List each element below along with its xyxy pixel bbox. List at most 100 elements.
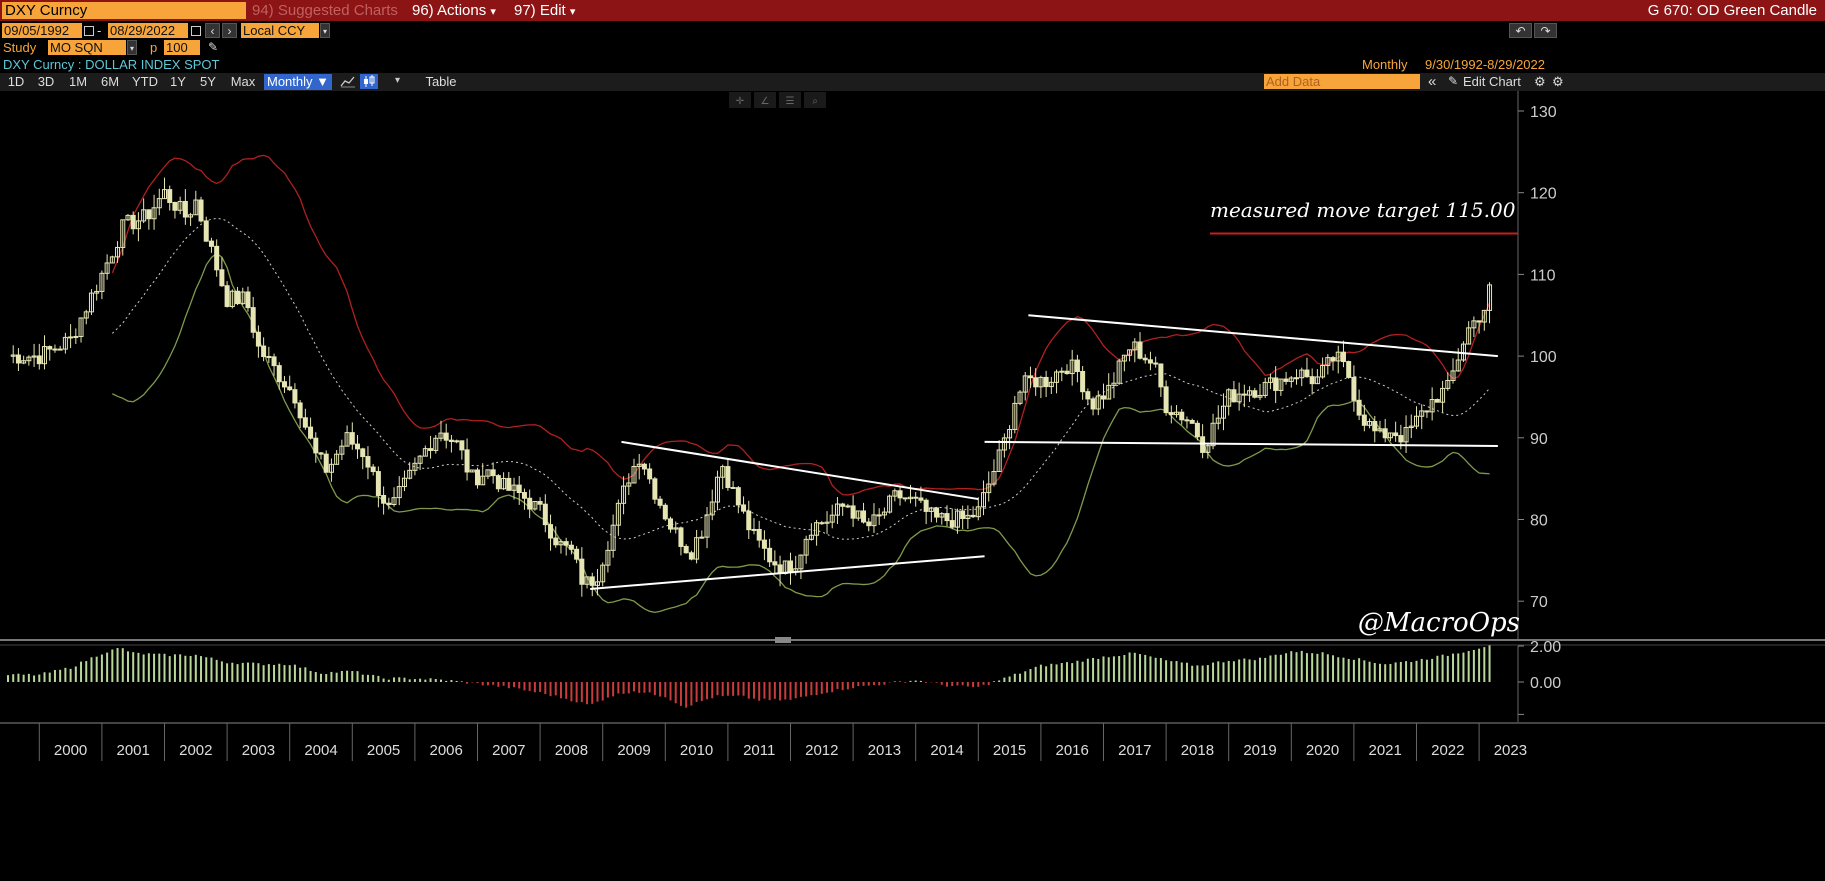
- gear-icon[interactable]: ⚙: [1552, 74, 1564, 90]
- period-max[interactable]: Max: [228, 74, 258, 90]
- period-1d[interactable]: 1D: [4, 74, 28, 90]
- svg-text:⌕: ⌕: [812, 96, 818, 107]
- period-5y[interactable]: 5Y: [196, 74, 220, 90]
- line-chart-icon[interactable]: [340, 75, 356, 88]
- candle-chart-icon[interactable]: [360, 74, 378, 89]
- candle-body: [699, 536, 705, 539]
- pencil-icon[interactable]: ✎: [208, 40, 218, 54]
- candle-body: [788, 560, 793, 573]
- add-data-input[interactable]: Add Data: [1264, 74, 1420, 89]
- candle-body: [772, 561, 778, 566]
- chevron-down-icon[interactable]: ▾: [320, 23, 330, 38]
- candle-body: [960, 510, 966, 520]
- candle-body: [897, 490, 903, 499]
- chart-toolbar: 1D 3D 1M 6M YTD 1Y 5Y Max Monthly ▼ ▾ Ta…: [0, 73, 1825, 91]
- price-tick-label: 100: [1530, 349, 1557, 366]
- date-range-row: 09/05/1992 - 08/29/2022 ‹ › Local CCY ▾ …: [0, 22, 1825, 39]
- suggested-charts-button[interactable]: 94) Suggested Charts: [252, 2, 404, 19]
- prev-range-button[interactable]: ‹: [205, 23, 220, 38]
- candle-body: [548, 524, 554, 539]
- candle-body: [506, 477, 512, 491]
- candle-body: [365, 456, 371, 468]
- periodicity-select[interactable]: Monthly ▼: [264, 74, 332, 90]
- next-range-button[interactable]: ›: [222, 23, 237, 38]
- candle-body: [73, 335, 79, 338]
- candle-body: [735, 487, 741, 506]
- p-field[interactable]: 100: [164, 40, 200, 55]
- candle-body: [255, 331, 261, 347]
- edit-chart-button[interactable]: Edit Chart: [1463, 74, 1521, 89]
- candle-body: [949, 520, 955, 528]
- gear-icon[interactable]: ⚙: [1534, 74, 1546, 90]
- period-ytd[interactable]: YTD: [130, 74, 160, 90]
- candle-body: [761, 539, 767, 549]
- period-1y[interactable]: 1Y: [166, 74, 190, 90]
- candle-body: [678, 527, 684, 547]
- candle-body: [767, 547, 773, 563]
- candle-body: [725, 466, 731, 488]
- end-date-field[interactable]: 08/29/2022: [108, 23, 188, 38]
- candle-body: [1189, 419, 1195, 424]
- candle-body: [579, 558, 585, 585]
- price-chart[interactable]: ✛ ∠ ☰ ⌕ 70 80 90 100 110 120 130 measured move…: [0, 91, 1825, 881]
- undo-button[interactable]: ↶: [1509, 23, 1532, 38]
- svg-text:✛: ✛: [736, 96, 744, 107]
- candle-body: [1059, 370, 1065, 373]
- candle-body: [1163, 386, 1169, 414]
- candle-body: [250, 307, 256, 333]
- candle-body: [1241, 393, 1247, 396]
- year-label: 2013: [868, 742, 901, 759]
- start-date-field[interactable]: 09/05/1992: [2, 23, 82, 38]
- pane-resize-handle[interactable]: [775, 637, 791, 643]
- candle-body: [219, 269, 225, 287]
- candle-body: [1252, 390, 1258, 398]
- year-label: 2011: [743, 742, 775, 759]
- calendar-icon[interactable]: [84, 26, 94, 36]
- actions-menu[interactable]: 96) Actions ▾: [412, 2, 510, 19]
- candle-body: [1356, 399, 1362, 416]
- candle-body: [375, 471, 381, 496]
- candle-body: [1142, 357, 1148, 361]
- candle-body: [563, 541, 569, 546]
- study-select[interactable]: MO SQN: [48, 40, 126, 55]
- price-tick-label: 90: [1530, 431, 1548, 448]
- candle-body: [281, 381, 287, 388]
- collapse-button[interactable]: «: [1428, 73, 1436, 90]
- period-1m[interactable]: 1M: [66, 74, 90, 90]
- candle-body: [1090, 398, 1096, 410]
- candle-body: [224, 285, 230, 307]
- watermark: @MacroOps: [1358, 608, 1520, 638]
- candle-body: [840, 503, 846, 507]
- price-tick-label: 70: [1530, 594, 1548, 611]
- calendar-icon[interactable]: [191, 26, 201, 36]
- period-6m[interactable]: 6M: [98, 74, 122, 90]
- candle-body: [516, 484, 522, 494]
- security-field[interactable]: DXY Curncy: [2, 2, 246, 19]
- candle-body: [490, 469, 496, 477]
- svg-text:∠: ∠: [761, 96, 770, 107]
- candle-body: [1361, 414, 1367, 426]
- chevron-down-icon[interactable]: ▾: [395, 75, 400, 86]
- redo-button[interactable]: ↷: [1534, 23, 1557, 38]
- period-3d[interactable]: 3D: [34, 74, 58, 90]
- candle-body: [214, 245, 220, 271]
- candle-body: [918, 497, 924, 501]
- candle-body: [668, 518, 674, 530]
- date-range-label: 9/30/1992-8/29/2022: [1425, 57, 1545, 72]
- trendline: [1028, 314, 1498, 358]
- edit-menu[interactable]: 97) Edit ▾: [514, 2, 586, 19]
- candle-body: [1304, 369, 1310, 378]
- candle-body: [198, 199, 204, 222]
- candle-body: [1064, 370, 1070, 375]
- candle-body: [245, 291, 251, 309]
- year-label: 2021: [1369, 742, 1402, 759]
- time-axis-ticks: 2000 2001 2002 2003 2004 2005 2006 2007 2008 2009…: [38, 723, 1527, 761]
- currency-select[interactable]: Local CCY: [241, 23, 319, 38]
- candle-body: [1424, 410, 1430, 413]
- candle-body: [302, 417, 308, 428]
- table-button[interactable]: Table: [420, 74, 462, 90]
- candle-body: [537, 501, 543, 505]
- candle-body: [266, 356, 272, 359]
- candle-body: [845, 505, 851, 508]
- chevron-down-icon[interactable]: ▾: [127, 40, 137, 55]
